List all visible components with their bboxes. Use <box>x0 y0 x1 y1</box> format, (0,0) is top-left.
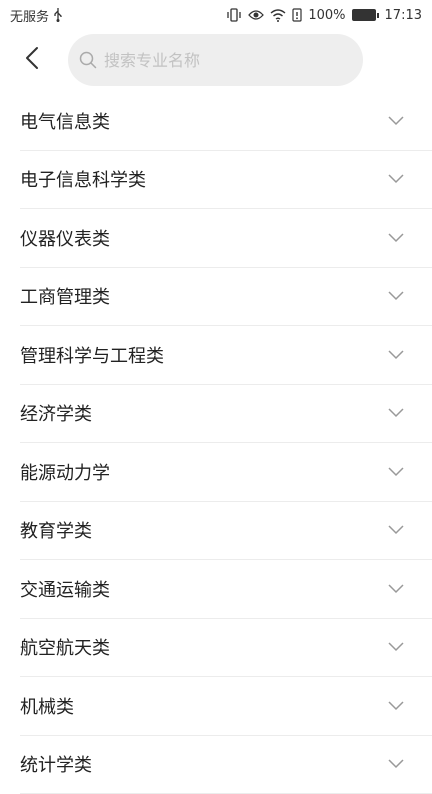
category-label: 管理科学与工程类 <box>20 342 164 368</box>
battery-level <box>352 9 376 21</box>
chevron-down-icon <box>388 408 404 418</box>
category-label: 统计学类 <box>20 751 92 777</box>
category-item[interactable]: 能源动力学 <box>20 443 432 502</box>
category-item[interactable]: 仪器仪表类 <box>20 209 432 268</box>
search-header <box>0 34 432 86</box>
chevron-down-icon <box>388 642 404 652</box>
clock: 17:13 <box>385 8 422 23</box>
category-item[interactable]: 电子信息科学类 <box>20 151 432 210</box>
category-label: 经济学类 <box>20 400 92 426</box>
chevron-down-icon <box>388 525 404 535</box>
category-item[interactable]: 机械类 <box>20 677 432 736</box>
battery-icon <box>352 9 379 21</box>
status-left: 无服务 <box>10 6 63 25</box>
sim-alert-icon <box>292 8 302 22</box>
chevron-down-icon <box>388 291 404 301</box>
category-label: 电子信息科学类 <box>20 166 146 192</box>
chevron-down-icon <box>388 233 404 243</box>
category-list: 电气信息类 电子信息科学类 仪器仪表类 工商管理类 管理科学与工程类 经济学类 … <box>20 92 432 794</box>
category-label: 仪器仪表类 <box>20 225 110 251</box>
wifi-icon <box>270 9 286 22</box>
category-item[interactable]: 管理科学与工程类 <box>20 326 432 385</box>
search-icon <box>78 50 98 70</box>
search-input[interactable] <box>104 51 344 70</box>
battery-percent: 100% <box>308 8 345 23</box>
category-label: 电气信息类 <box>20 108 110 134</box>
status-right: 100% 17:13 <box>226 8 422 23</box>
category-item[interactable]: 统计学类 <box>20 736 432 794</box>
status-bar: 无服务 100% 17:13 <box>0 0 432 30</box>
category-item[interactable]: 电气信息类 <box>20 92 432 151</box>
category-item[interactable]: 工商管理类 <box>20 268 432 327</box>
category-item[interactable]: 交通运输类 <box>20 560 432 619</box>
search-box[interactable] <box>68 34 363 86</box>
chevron-down-icon <box>388 350 404 360</box>
chevron-down-icon <box>388 584 404 594</box>
carrier-label: 无服务 <box>10 6 49 25</box>
chevron-down-icon <box>388 701 404 711</box>
category-label: 教育学类 <box>20 517 92 543</box>
category-label: 交通运输类 <box>20 576 110 602</box>
category-label: 能源动力学 <box>20 459 110 485</box>
category-label: 航空航天类 <box>20 634 110 660</box>
category-item[interactable]: 教育学类 <box>20 502 432 561</box>
chevron-down-icon <box>388 467 404 477</box>
chevron-left-icon <box>25 46 39 74</box>
back-button[interactable] <box>0 34 64 86</box>
battery-tip <box>377 13 379 18</box>
chevron-down-icon <box>388 174 404 184</box>
category-label: 工商管理类 <box>20 283 110 309</box>
category-item[interactable]: 经济学类 <box>20 385 432 444</box>
category-label: 机械类 <box>20 693 74 719</box>
usb-icon <box>53 8 63 22</box>
category-item[interactable]: 航空航天类 <box>20 619 432 678</box>
eye-icon <box>248 9 264 21</box>
vibrate-icon <box>226 8 242 22</box>
chevron-down-icon <box>388 116 404 126</box>
